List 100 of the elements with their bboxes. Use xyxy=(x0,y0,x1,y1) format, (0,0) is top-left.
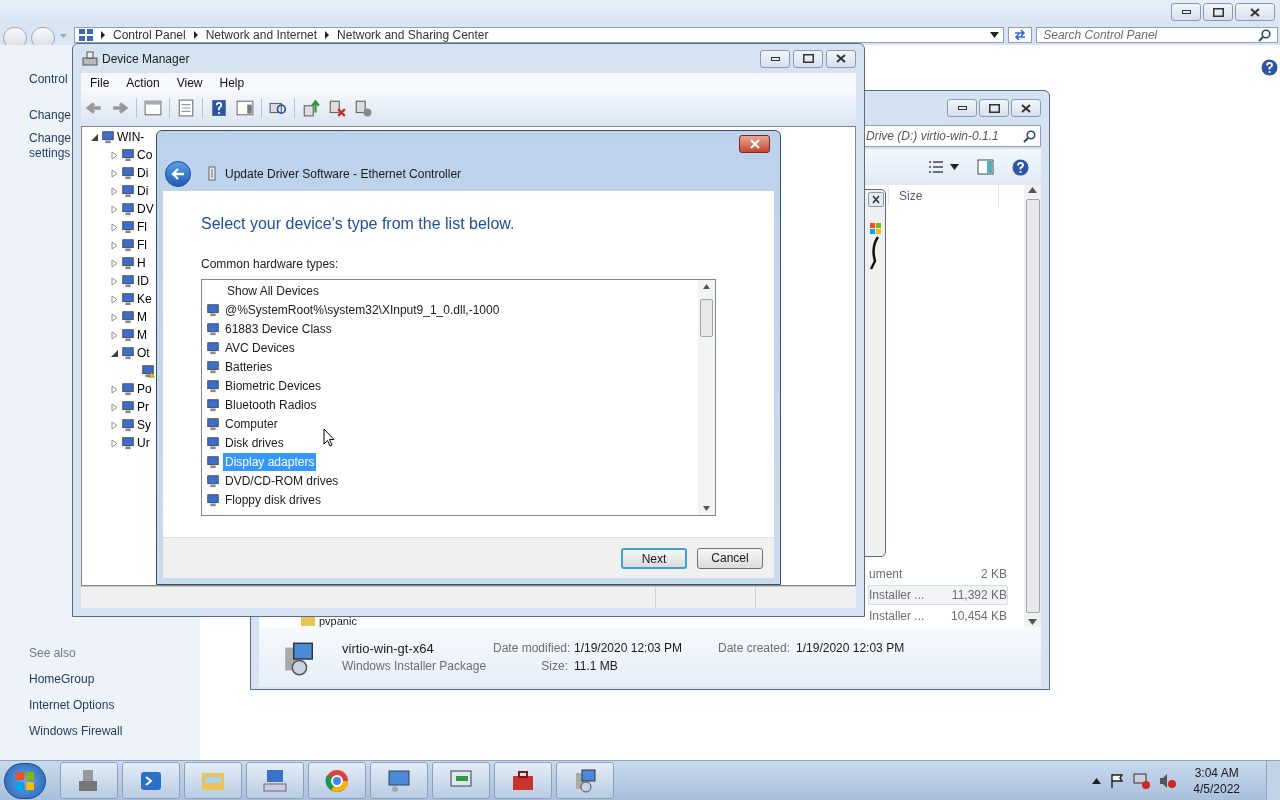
breadcrumb-item[interactable]: Control Panel xyxy=(112,26,186,44)
uninstall-icon[interactable] xyxy=(327,99,347,117)
taskbar-app-button[interactable] xyxy=(122,762,180,799)
maximize-button[interactable] xyxy=(1203,3,1233,21)
sidebar-link[interactable]: Control xyxy=(29,70,68,88)
scroll-thumb[interactable] xyxy=(1025,199,1040,613)
list-item[interactable]: Floppy disk drives xyxy=(223,490,324,509)
tree-item[interactable]: M xyxy=(137,326,147,344)
hardware-types-list[interactable] xyxy=(201,279,716,516)
folder-name[interactable]: pvpanic xyxy=(319,616,357,626)
taskbar-app-button[interactable] xyxy=(494,762,552,799)
help-icon[interactable] xyxy=(1261,59,1278,76)
list-item[interactable]: Bluetooth Radios xyxy=(223,395,319,414)
column-header[interactable]: Size xyxy=(888,187,998,205)
caret-icon[interactable] xyxy=(950,164,959,170)
file-row[interactable]: Installer ... 11,392 KB xyxy=(868,584,1008,605)
taskbar-app-button[interactable] xyxy=(60,762,118,799)
expander-icon[interactable] xyxy=(90,132,99,142)
tree-item[interactable]: Ur xyxy=(137,434,150,452)
address-field[interactable]: Control Panel Network and Internet Network and Sharing Center xyxy=(73,27,1005,43)
caret-icon xyxy=(58,33,68,39)
tree-item[interactable]: Pr xyxy=(137,398,149,416)
menu-item[interactable]: View xyxy=(176,74,203,92)
breadcrumb-item[interactable]: Network and Sharing Center xyxy=(337,26,489,44)
sidebar-link[interactable]: Change settings xyxy=(29,131,72,161)
list-item[interactable]: AVC Devices xyxy=(223,338,297,357)
scroll-up-icon[interactable] xyxy=(1028,187,1037,193)
network-error-icon[interactable] xyxy=(1133,772,1152,789)
menu-item[interactable]: Help xyxy=(219,74,245,92)
flag-icon[interactable] xyxy=(1109,772,1126,789)
see-also-link[interactable]: HomeGroup xyxy=(29,670,95,688)
close-button[interactable] xyxy=(739,134,770,153)
properties-icon[interactable] xyxy=(176,99,196,117)
list-item[interactable]: Show All Devices xyxy=(225,281,322,300)
list-item[interactable]: Disk drives xyxy=(223,433,286,452)
taskbar-app-button[interactable] xyxy=(556,762,614,799)
disable-icon[interactable] xyxy=(353,99,373,117)
help-icon[interactable] xyxy=(1012,158,1029,176)
dialog-button[interactable]: Next xyxy=(621,547,687,569)
search-field[interactable]: Search Control Panel xyxy=(1036,27,1278,43)
caret-up-icon[interactable] xyxy=(1092,777,1102,784)
search-icon xyxy=(1023,129,1036,143)
taskbar-app-button[interactable] xyxy=(308,762,366,799)
file-row[interactable]: Installer ... 10,454 KB xyxy=(868,605,1008,626)
breadcrumb-item[interactable]: Network and Internet xyxy=(205,26,318,44)
update-icon[interactable] xyxy=(301,99,321,117)
tree-item[interactable]: ID xyxy=(137,272,149,290)
tree-item[interactable]: H xyxy=(137,254,146,272)
taskbar-app-button[interactable] xyxy=(370,762,428,799)
device-class-icon xyxy=(206,435,220,450)
file-row[interactable]: ument 2 KB xyxy=(868,563,1008,584)
preview-pane-icon[interactable] xyxy=(977,159,994,175)
list-item[interactable]: DVD/CD-ROM drives xyxy=(223,471,341,490)
close-button[interactable] xyxy=(1011,99,1041,117)
pane-icon[interactable] xyxy=(235,99,255,117)
sidebar-link[interactable]: Change xyxy=(29,108,72,123)
list-item[interactable]: Biometric Devices xyxy=(223,376,324,395)
tree-item[interactable]: Po xyxy=(137,380,152,398)
tree-item[interactable]: WIN- xyxy=(117,128,145,146)
scroll-up-icon[interactable] xyxy=(703,284,710,289)
tree-item[interactable]: Ot xyxy=(137,344,150,362)
scroll-thumb[interactable] xyxy=(700,299,713,337)
expander-icon[interactable] xyxy=(110,348,119,358)
list-item[interactable]: Computer xyxy=(223,414,280,433)
view-list-icon[interactable] xyxy=(928,160,944,174)
tree-item[interactable]: M xyxy=(137,308,147,326)
close-button[interactable] xyxy=(826,49,856,68)
menu-item[interactable]: Action xyxy=(126,74,160,92)
tree-item[interactable]: Ke xyxy=(137,290,152,308)
tree-item[interactable]: DV xyxy=(137,200,154,218)
dialog-button[interactable]: Cancel xyxy=(697,547,763,569)
tree-item[interactable]: Di xyxy=(137,164,149,182)
minimize-button[interactable] xyxy=(947,99,977,117)
scroll-down-icon[interactable] xyxy=(1028,619,1037,625)
see-also-link[interactable]: Windows Firewall xyxy=(29,722,123,740)
scroll-down-icon[interactable] xyxy=(703,506,710,511)
tree-item[interactable]: Fl xyxy=(137,218,147,236)
panel-icon[interactable] xyxy=(143,99,163,117)
list-item[interactable]: Batteries xyxy=(223,357,275,376)
maximize-button[interactable] xyxy=(979,99,1009,117)
back-button[interactable] xyxy=(165,160,191,187)
minimize-button[interactable] xyxy=(1171,3,1201,21)
list-item[interactable]: 61883 Device Class xyxy=(223,319,334,338)
maximize-button[interactable] xyxy=(793,49,823,68)
speaker-muted-icon[interactable] xyxy=(1159,772,1178,789)
list-item[interactable]: @%SystemRoot%\system32\XInput9_1_0.dll,-1000 xyxy=(223,300,502,319)
tree-item[interactable]: Sy xyxy=(137,416,151,434)
help-icon[interactable] xyxy=(209,99,229,117)
close-button[interactable] xyxy=(868,192,884,207)
see-also-link[interactable]: Internet Options xyxy=(29,696,115,714)
menu-item[interactable]: File xyxy=(90,74,110,92)
device-icon xyxy=(121,238,135,252)
tree-item[interactable]: Di xyxy=(137,182,149,200)
tree-item[interactable]: Fl xyxy=(137,236,147,254)
start-button[interactable] xyxy=(4,762,46,799)
minimize-button[interactable] xyxy=(760,49,790,68)
close-button[interactable] xyxy=(1235,3,1275,21)
taskbar-app-button[interactable] xyxy=(246,762,304,799)
refresh-button[interactable] xyxy=(1008,27,1033,43)
tree-item[interactable]: Co xyxy=(137,146,153,164)
